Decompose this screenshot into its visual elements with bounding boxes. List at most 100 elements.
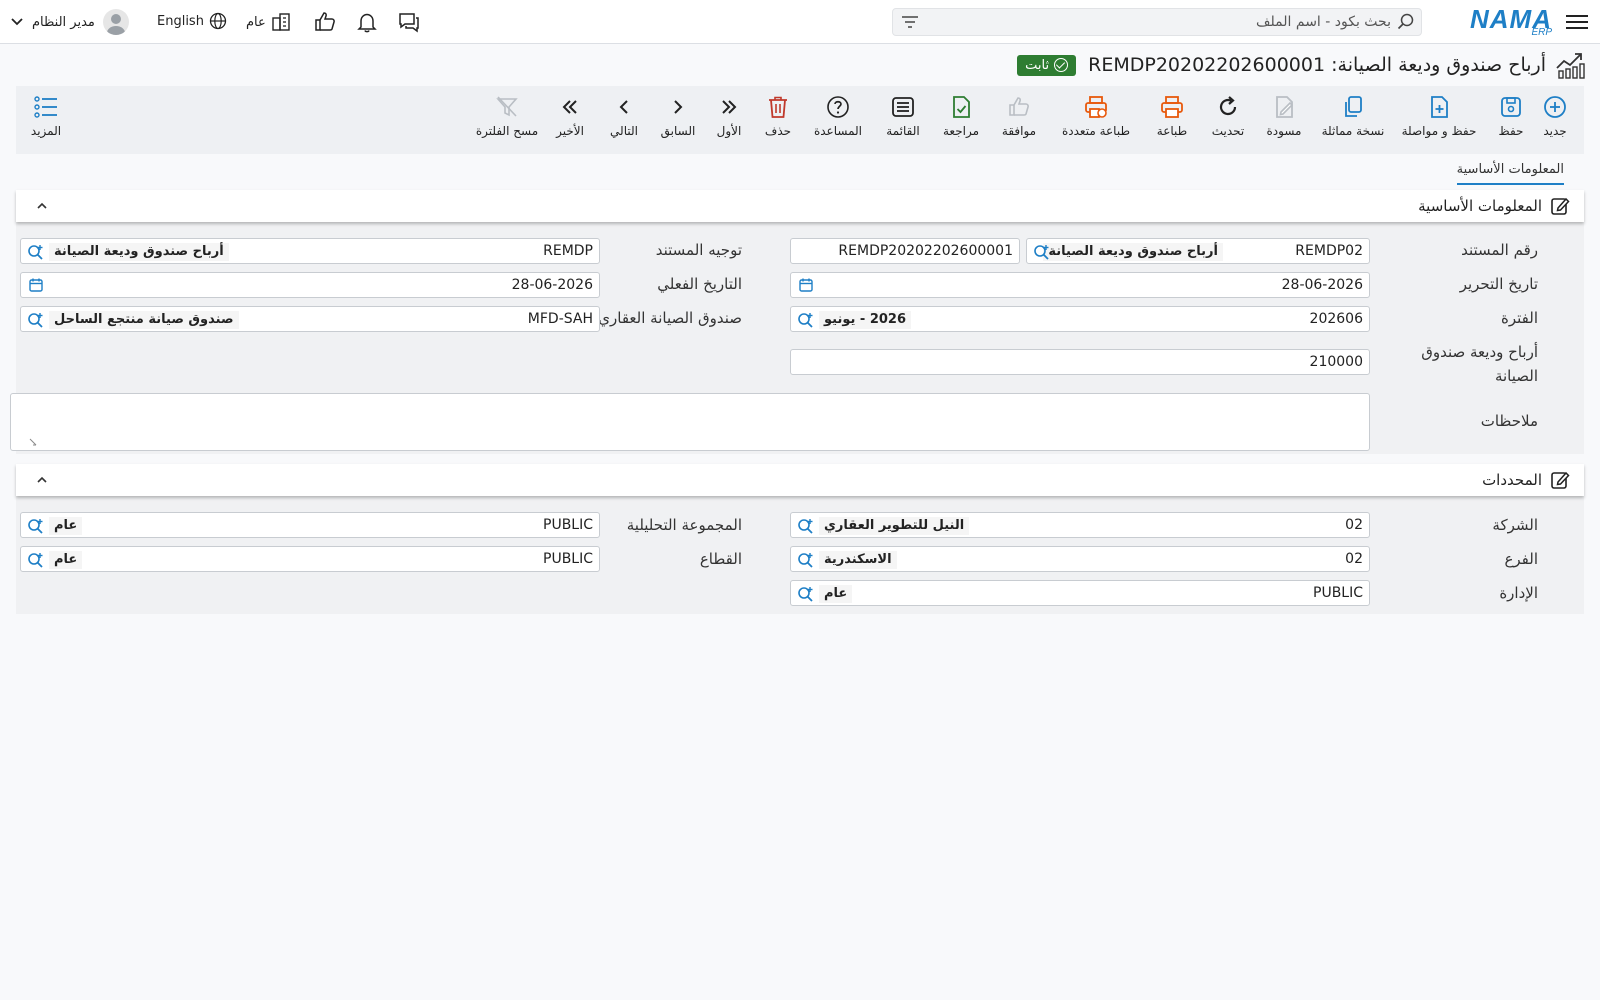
new-button[interactable]: جديد (1536, 94, 1574, 150)
doc-book-field[interactable]: REMDP02 أرباح صندوق وديعة الصيانة (1026, 238, 1370, 264)
review-button[interactable]: مراجعة (938, 94, 984, 150)
chevrons-right-icon (722, 100, 737, 114)
list-label: القائمة (886, 124, 920, 138)
doc-number-label: رقم المستند (1461, 241, 1538, 259)
basic-info-section: المعلومات الأساسية رقم المستند REMDP02 أ… (10, 190, 1584, 454)
previous-label: السابق (660, 124, 696, 138)
trash-icon (769, 96, 787, 118)
chat-icon[interactable] (397, 10, 421, 34)
refresh-icon (1219, 96, 1237, 116)
actual-date-field[interactable]: 28-06-2026 (20, 272, 600, 298)
logo[interactable]: NAMA ERP (1470, 4, 1554, 38)
previous-button[interactable]: السابق (656, 94, 700, 150)
refresh-button[interactable]: تحديث (1206, 94, 1250, 150)
issue-date-field[interactable]: 28-06-2026 (790, 272, 1370, 298)
help-button[interactable]: المساعدة (808, 94, 868, 150)
lookup-icon[interactable] (797, 551, 815, 569)
list-bullets-icon (34, 96, 57, 118)
lookup-icon[interactable] (1033, 243, 1051, 261)
printer-icon (1161, 96, 1183, 118)
multi-print-label: طباعة متعددة (1061, 124, 1130, 138)
lookup-icon[interactable] (797, 311, 815, 329)
list-button[interactable]: القائمة (880, 94, 926, 150)
profit-label: أرباح وديعة صندوق الصيانة (1421, 340, 1538, 388)
draft-label: مسودة (1266, 124, 1302, 138)
user-name: مدير النظام (32, 14, 95, 30)
doc-code-field[interactable]: REMDP20202202600001 (790, 238, 1020, 264)
search-icon[interactable] (1397, 13, 1415, 31)
chevron-up-icon[interactable] (36, 474, 48, 486)
branch-label: عام (246, 14, 266, 30)
company-field[interactable]: 02 النيل للتطوير العقاري (790, 512, 1370, 538)
chevron-right-icon (674, 100, 683, 114)
print-button[interactable]: طباعة (1150, 94, 1194, 150)
doc-direction-field[interactable]: REMDP أرباح صندوق وديعة الصيانة (20, 238, 600, 264)
file-plus-icon (1431, 96, 1448, 118)
menu-icon[interactable] (1566, 12, 1588, 32)
user-menu[interactable]: مدير النظام (10, 9, 129, 35)
logo-subtext: ERP (1531, 27, 1552, 38)
first-label: الأول (716, 124, 742, 138)
duplicate-button[interactable]: نسخة مماثلة (1318, 94, 1388, 150)
approve-label: موافقة (1001, 124, 1037, 138)
language-switch[interactable]: English (157, 12, 227, 30)
dimensions-header[interactable]: المحددات (16, 464, 1584, 496)
chevron-down-icon (11, 18, 23, 26)
next-label: التالي (610, 124, 638, 138)
refresh-label: تحديث (1211, 124, 1245, 138)
branch-selector[interactable]: عام (246, 12, 291, 32)
chevron-left-icon (619, 100, 628, 114)
section-title: المعلومات الأساسية (1418, 196, 1570, 216)
clear-filter-label: مسح الفلترة (475, 124, 539, 138)
lookup-icon[interactable] (27, 551, 45, 569)
clear-filter-button[interactable]: مسح الفلترة (474, 94, 540, 150)
calendar-icon[interactable] (29, 278, 43, 292)
calendar-icon[interactable] (799, 278, 813, 292)
thumbs-up-icon[interactable] (313, 10, 337, 34)
file-check-icon (953, 96, 970, 118)
filter-icon[interactable] (901, 14, 919, 30)
new-label: جديد (1543, 124, 1567, 138)
multi-print-button[interactable]: طباعة متعددة (1054, 94, 1138, 150)
company-desc: النيل للتطوير العقاري (819, 517, 970, 535)
chevrons-left-icon (562, 100, 577, 114)
delete-button[interactable]: حذف (760, 94, 796, 150)
fund-desc: صندوق صيانة منتجع الساحل (49, 311, 239, 329)
last-label: الأخير (556, 124, 584, 138)
first-button[interactable]: الأول (710, 94, 748, 150)
doc-direction-value: REMDP (543, 243, 593, 259)
next-button[interactable]: التالي (602, 94, 646, 150)
approve-button[interactable]: موافقة (996, 94, 1042, 150)
save-button[interactable]: حفظ (1492, 94, 1530, 150)
profit-field[interactable]: 210000 (790, 349, 1370, 375)
chevron-up-icon[interactable] (36, 200, 48, 212)
analysis-field[interactable]: PUBLIC عام (20, 512, 600, 538)
duplicate-label: نسخة مماثلة (1321, 124, 1385, 138)
notes-textarea[interactable] (10, 393, 1370, 451)
lookup-icon[interactable] (27, 311, 45, 329)
lookup-icon[interactable] (797, 517, 815, 535)
fund-field[interactable]: MFD-SAH صندوق صيانة منتجع الساحل (20, 306, 600, 332)
draft-button[interactable]: مسودة (1262, 94, 1306, 150)
sector-field[interactable]: PUBLIC عام (20, 546, 600, 572)
department-field[interactable]: PUBLIC عام (790, 580, 1370, 606)
department-label: الإدارة (1499, 584, 1538, 602)
lookup-icon[interactable] (27, 243, 45, 261)
lookup-icon[interactable] (797, 585, 815, 603)
check-circle-icon (1054, 58, 1069, 72)
period-field[interactable]: 202606 2026 - يونيو (790, 306, 1370, 332)
basic-info-header[interactable]: المعلومات الأساسية (16, 190, 1584, 222)
resize-grip-icon[interactable] (29, 438, 37, 446)
branch-field[interactable]: 02 الاسكندرية (790, 546, 1370, 572)
search-input[interactable] (951, 12, 1391, 32)
tab-basic-info[interactable]: المعلومات الأساسية (1456, 162, 1564, 185)
save-continue-button[interactable]: حفظ و مواصلة (1398, 94, 1480, 150)
bell-icon[interactable] (355, 10, 379, 34)
branch-value: 02 (1345, 551, 1363, 567)
period-label: الفترة (1501, 309, 1538, 327)
copy-icon (1345, 96, 1362, 117)
sector-label: القطاع (699, 550, 742, 568)
last-button[interactable]: الأخير (548, 94, 592, 150)
lookup-icon[interactable] (27, 517, 45, 535)
more-button[interactable]: المزيد (26, 94, 66, 150)
